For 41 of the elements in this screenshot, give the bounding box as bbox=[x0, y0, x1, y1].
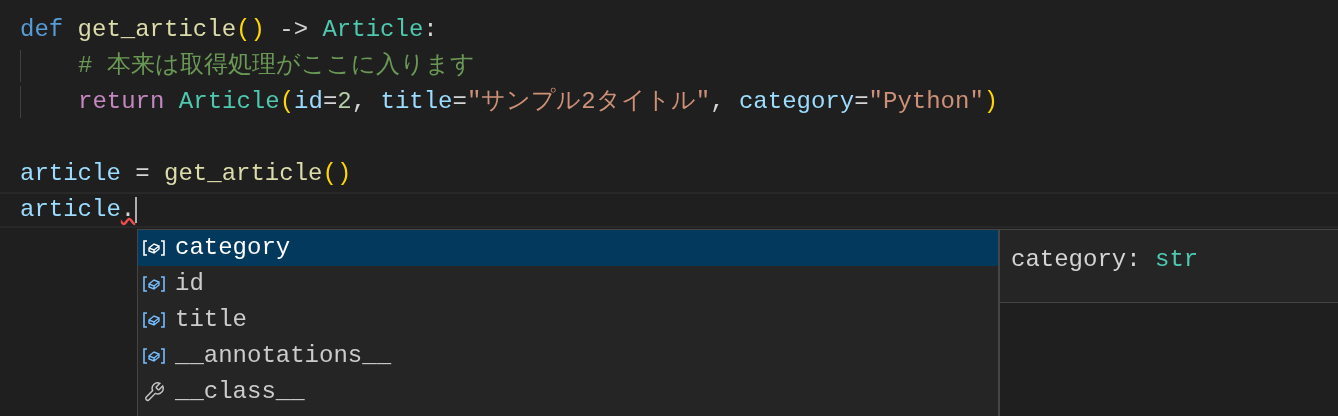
code-token: -> bbox=[278, 15, 310, 45]
code-token: article bbox=[20, 159, 121, 189]
code-token: Article bbox=[178, 87, 280, 117]
code-token: Article bbox=[322, 15, 424, 45]
suggestion-item[interactable]: title bbox=[138, 302, 998, 338]
code-token: = bbox=[322, 87, 338, 117]
suggestion-item[interactable]: id bbox=[138, 266, 998, 302]
code-token: , bbox=[710, 87, 726, 117]
field-icon bbox=[143, 275, 165, 293]
code-token: : bbox=[423, 15, 438, 45]
field-icon bbox=[143, 347, 165, 365]
code-token: id bbox=[294, 87, 323, 117]
code-token: get_article bbox=[164, 159, 323, 189]
field-icon bbox=[143, 239, 165, 257]
code-token: "Python" bbox=[868, 87, 984, 117]
code-token: () bbox=[236, 15, 265, 45]
code-token: ( bbox=[279, 87, 295, 117]
code-token: = bbox=[854, 87, 869, 117]
code-token: = bbox=[452, 87, 467, 117]
field-icon bbox=[143, 311, 165, 329]
suggestion-item[interactable]: __class__ bbox=[138, 374, 998, 410]
code-token: title bbox=[380, 87, 453, 117]
code-token: () bbox=[322, 159, 352, 189]
code-token: def bbox=[20, 15, 65, 45]
error-squiggle-text: . bbox=[120, 195, 136, 225]
code-token: 2 bbox=[337, 87, 352, 117]
code-token: article bbox=[20, 195, 121, 225]
code-token: , bbox=[351, 87, 368, 117]
text-cursor bbox=[135, 197, 138, 223]
code-token: category bbox=[738, 87, 855, 117]
suggestion-item[interactable]: __annotations__ bbox=[138, 338, 998, 374]
code-token: return bbox=[78, 87, 166, 117]
code-token: "サンプル2タイトル" bbox=[466, 86, 711, 117]
code-token: # 本来は取得処理がここに入ります bbox=[78, 51, 475, 81]
code-token: ) bbox=[983, 87, 999, 117]
code-token: get_article bbox=[77, 15, 237, 45]
suggestion-item[interactable]: category bbox=[138, 230, 998, 266]
code-token: = bbox=[134, 159, 151, 189]
code-token: str bbox=[1155, 246, 1199, 273]
wrench-icon bbox=[143, 381, 165, 403]
code-token: category: bbox=[1011, 246, 1142, 273]
